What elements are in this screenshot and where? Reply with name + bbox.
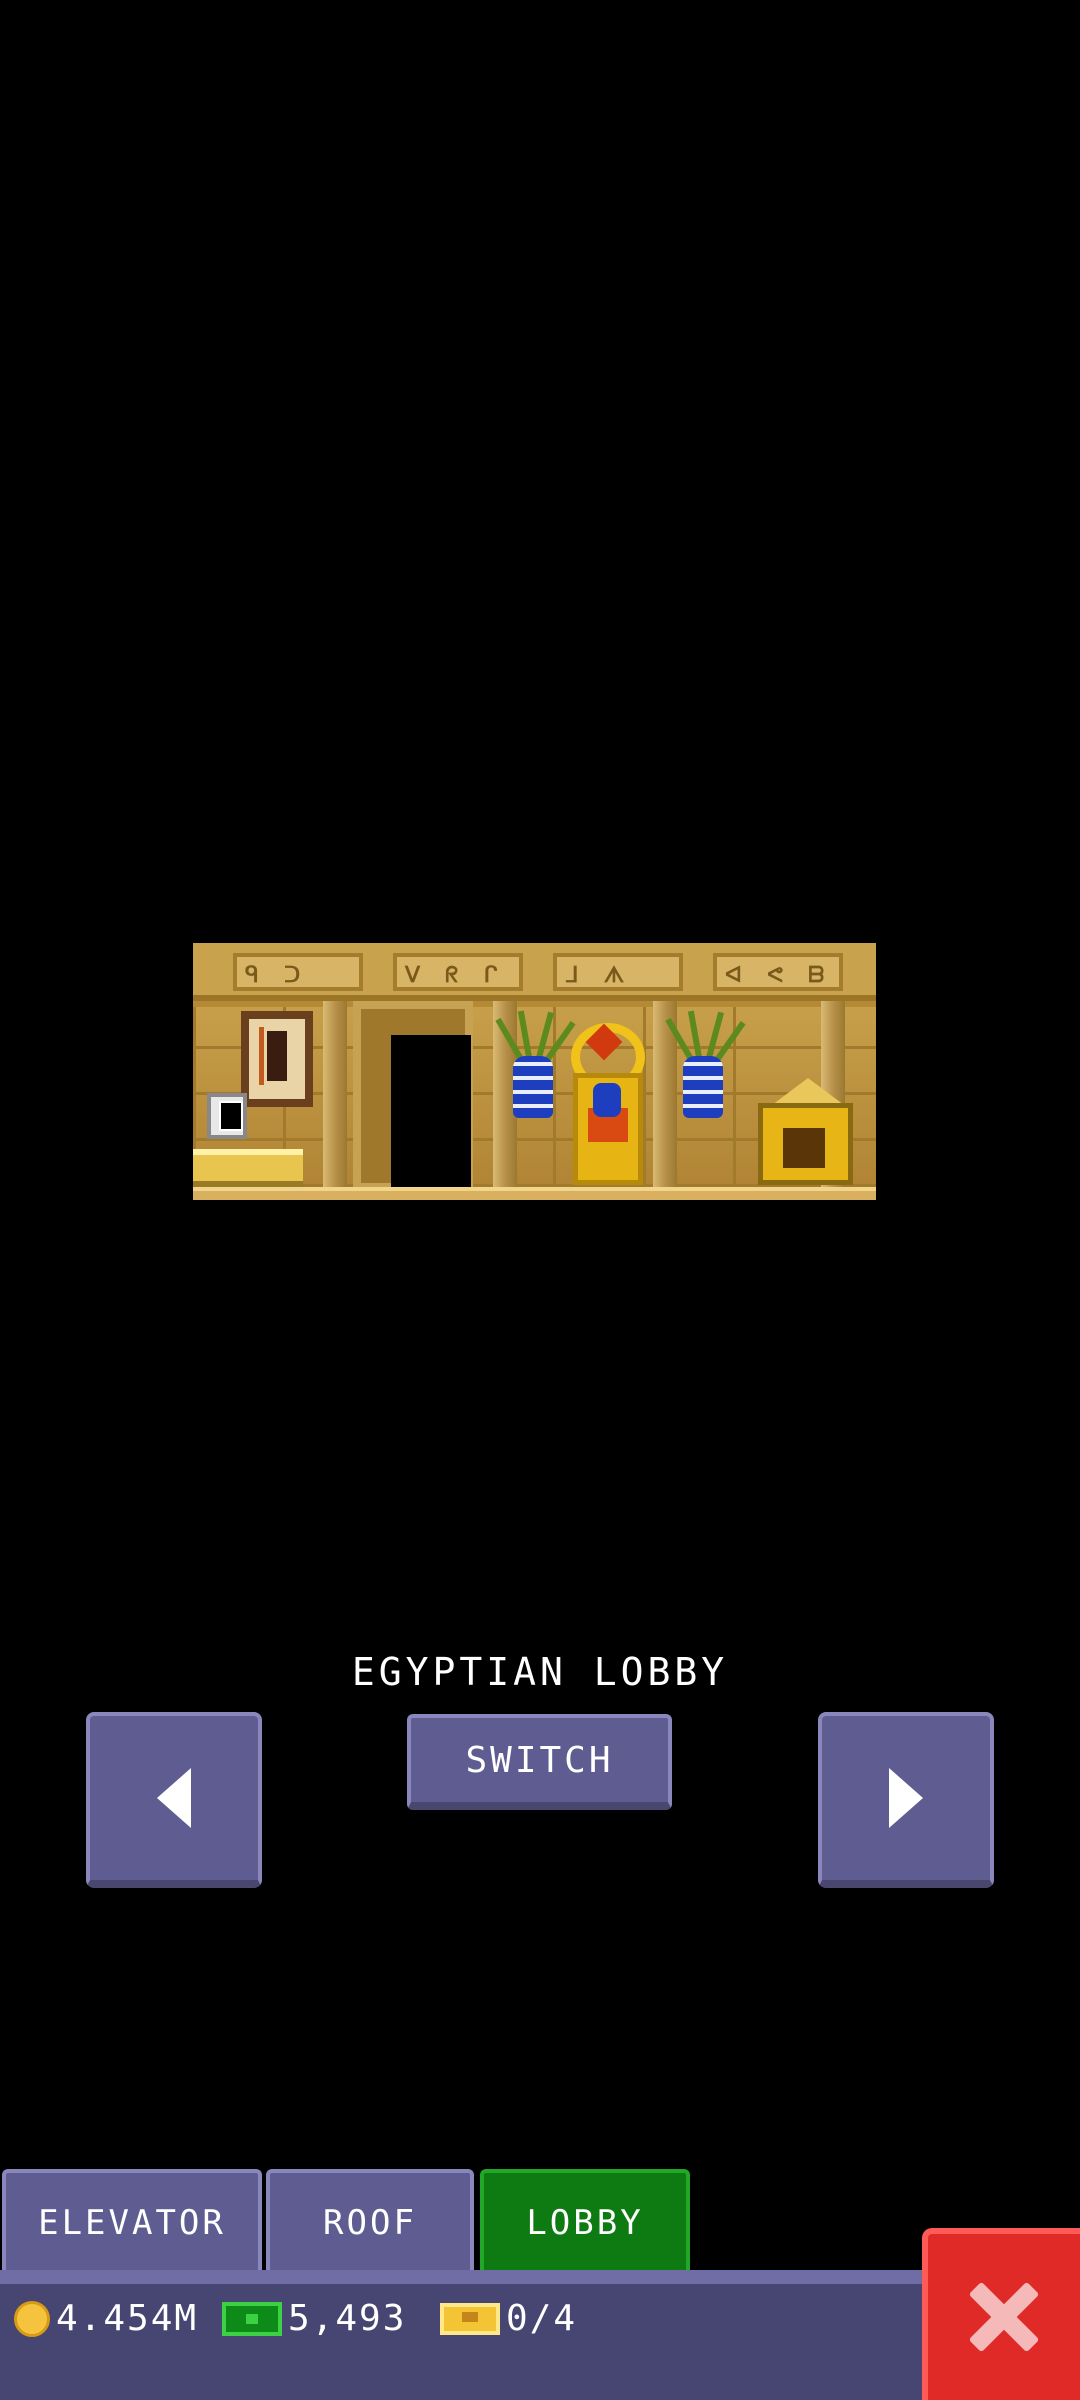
coins-counter: 4.454M [14,2298,198,2339]
computer-monitor-icon [207,1093,247,1139]
arrow-left-icon [157,1768,191,1828]
potted-plant [488,988,578,1118]
egyptian-painting [241,1011,313,1107]
currency-status-bar: 4.454M 5,493 0/4 [0,2270,1080,2400]
potted-plant [658,988,748,1118]
lobby-preview-image: ᑫ ᑐ ᐯ ᖇ ᒋ ᒧ ᗑ ᐊ ᕙ ᗷ [193,943,876,1200]
ticket-icon [440,2302,500,2335]
lobby-name-label: EGYPTIAN LOBBY [351,1650,729,1694]
switch-button[interactable]: SWITCH [407,1714,672,1810]
canopic-urn [593,1083,621,1117]
reception-desk [193,1149,303,1187]
tower-bux-icon [222,2301,282,2336]
floor [193,1187,876,1200]
arrow-right-icon [889,1768,923,1828]
tickets-value: 0/4 [506,2298,578,2339]
previous-lobby-button[interactable] [86,1712,262,1888]
coin-icon [14,2300,50,2337]
coins-value: 4.454M [56,2298,199,2339]
tickets-counter: 0/4 [440,2298,577,2339]
pillar [323,1001,347,1191]
golden-shrine [758,1103,853,1185]
close-button[interactable] [922,2228,1080,2400]
tab-lobby[interactable]: LOBBY [480,2169,690,2273]
bux-counter: 5,493 [222,2298,406,2339]
tab-elevator[interactable]: ELEVATOR [2,2169,262,2273]
tab-roof[interactable]: ROOF [266,2169,474,2273]
elevator-door [353,1001,473,1195]
close-icon [969,2282,1039,2352]
bux-value: 5,493 [288,2298,407,2339]
next-lobby-button[interactable] [818,1712,994,1888]
